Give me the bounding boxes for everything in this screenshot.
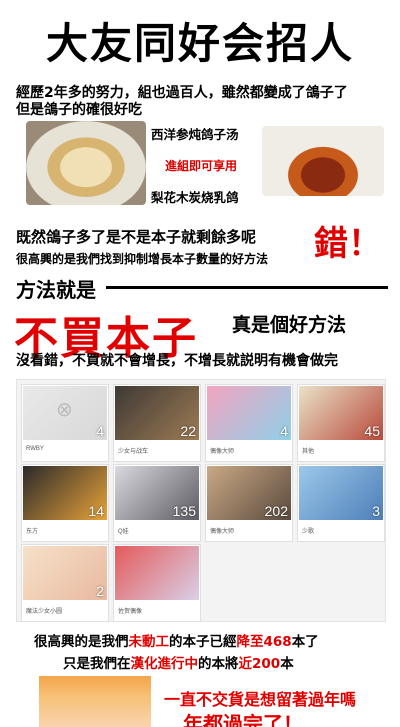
collection-tile[interactable]: ⊗ 4 RWBY [21, 384, 109, 462]
collection-tile[interactable]: 14 东方 [21, 464, 109, 542]
method-label: 方法就是 [16, 278, 96, 302]
status-text: 本了 [291, 634, 319, 650]
status-highlight: 降至468 [236, 634, 292, 650]
collection-count: 3 [372, 503, 380, 519]
collection-label: 其他 [302, 449, 315, 455]
collection-tile[interactable]: 2 魔法少女小圆 [21, 544, 109, 622]
footer-line-1: 一直不交貨是想留著過年嗎 [164, 690, 357, 709]
collection-count: 14 [88, 503, 104, 519]
status-line-2: 只是我們在漢化進行中的本將近200本 [63, 652, 294, 672]
collection-tile[interactable]: 3 少歌 [297, 464, 385, 542]
no-image-icon: ⊗ [56, 397, 73, 421]
collection-thumbnail [299, 466, 383, 520]
status-highlight: 未動工 [128, 634, 170, 650]
divider-line [106, 286, 388, 289]
collection-label: 偶像大师 [210, 529, 235, 535]
collection-count: 135 [172, 503, 196, 519]
intro-line-1: 經歷2年多的努力，組也過百人，雖然都變成了鴿子了 [16, 85, 348, 101]
collection-label: 少女与战车 [118, 449, 149, 455]
collection-tile[interactable]: 202 偶像大师 [205, 464, 293, 542]
status-text: 只是我們在 [63, 656, 131, 672]
collection-grid: ⊗ 4 RWBY 22 少女与战车 4 偶像大师 45 其他 14 东方 135 Q娃 202 偶像大师 3 少… [16, 379, 386, 622]
collection-label: 佐贺偶像 [118, 609, 143, 615]
page-title: 大友同好会招人 [45, 19, 354, 68]
collection-count: 4 [280, 423, 288, 439]
collection-count: 202 [264, 503, 288, 519]
roast-pigeon-photo [262, 126, 384, 196]
anime-girl-image [39, 676, 151, 727]
status-text: 本 [280, 656, 294, 672]
collection-label: 偶像大师 [210, 449, 235, 455]
explain-line: 沒看錯，不買就不會增長，不增長就説明有機會做完 [16, 353, 338, 369]
collection-thumbnail [207, 386, 291, 440]
collection-count: 4 [96, 423, 104, 439]
collection-thumbnail [115, 546, 199, 600]
question-line-1: 既然鴿子多了是不是本子就剩餘多呢 [16, 228, 257, 246]
collection-label: RWBY [26, 446, 44, 452]
collection-tile[interactable]: 4 偶像大师 [205, 384, 293, 462]
dish-2-label: 梨花木炭烧乳鸽 [151, 190, 239, 205]
collection-count: 45 [364, 423, 380, 439]
collection-tile[interactable]: 135 Q娃 [113, 464, 201, 542]
collection-label: 东方 [26, 529, 39, 535]
collection-thumbnail [23, 546, 107, 600]
collection-tile[interactable]: 45 其他 [297, 384, 385, 462]
collection-label: Q娃 [118, 529, 129, 535]
status-highlight: 近200 [238, 656, 281, 672]
answer-wrong: 錯！ [314, 224, 382, 264]
collection-count: 2 [96, 583, 104, 599]
status-highlight: 漢化進行中 [130, 656, 199, 672]
collection-label: 魔法少女小圆 [26, 609, 63, 615]
status-text: 很高興的是我們 [34, 634, 129, 650]
collection-count: 22 [180, 423, 196, 439]
status-text: 的本將 [198, 656, 239, 672]
intro-line-2: 但是鴿子的確很好吃 [16, 102, 142, 118]
offer-label: 進組即可享用 [165, 159, 238, 173]
collection-tile[interactable]: 22 少女与战车 [113, 384, 201, 462]
question-line-2: 很高興的是我們找到抑制增長本子數量的好方法 [16, 252, 269, 266]
footer-line-2: 年都過完了！ [183, 712, 303, 727]
pigeon-soup-photo [26, 121, 146, 205]
method-comment: 真是個好方法 [232, 314, 347, 336]
collection-tile[interactable]: 佐贺偶像 [113, 544, 201, 622]
status-line-1: 很高興的是我們未動工的本子已經降至468本了 [34, 630, 319, 650]
status-text: 的本子已經 [169, 634, 237, 650]
collection-label: 少歌 [302, 529, 315, 535]
dish-1-label: 西洋参炖鸽子汤 [151, 127, 239, 142]
